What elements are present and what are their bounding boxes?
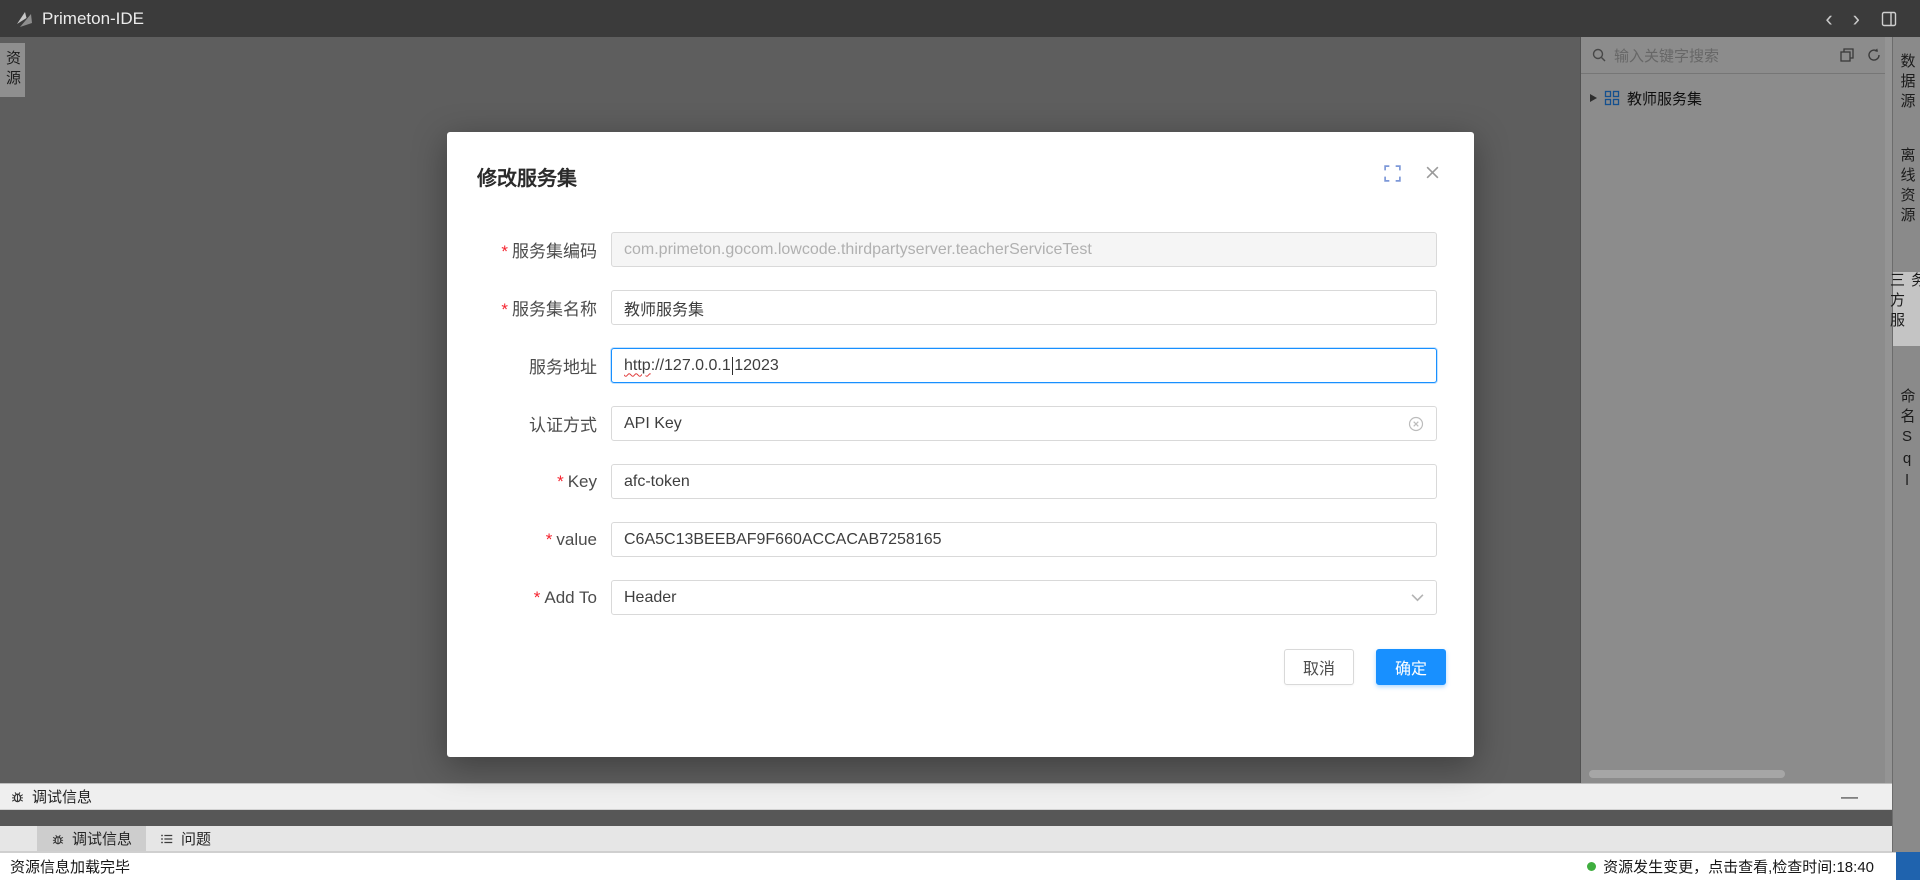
tree-item-teacher-service-set[interactable]: 教师服务集 bbox=[1581, 83, 1892, 113]
text-caret bbox=[732, 357, 734, 375]
toggle-panel-icon[interactable] bbox=[1880, 10, 1898, 28]
corner-notification-square[interactable] bbox=[1896, 852, 1920, 880]
refresh-icon[interactable] bbox=[1866, 47, 1882, 63]
cancel-button[interactable]: 取消 bbox=[1284, 649, 1354, 685]
tab-third-party-services[interactable]: 三方服务 bbox=[1893, 272, 1920, 346]
collapsed-panel-area bbox=[0, 810, 1892, 826]
field-label: Key bbox=[568, 472, 597, 491]
required-mark: * bbox=[534, 588, 541, 607]
required-mark: * bbox=[501, 300, 508, 319]
search-bar[interactable]: 输入关键字搜索 bbox=[1581, 37, 1892, 74]
status-message-right: 资源发生变更，点击查看,检查时间:18:40 bbox=[1603, 856, 1874, 877]
fullscreen-icon[interactable] bbox=[1383, 164, 1402, 183]
required-mark: * bbox=[546, 530, 553, 549]
field-label: Add To bbox=[544, 588, 597, 607]
dialog-title: 修改服务集 bbox=[477, 162, 577, 191]
field-label: 服务集编码 bbox=[512, 242, 597, 261]
service-group-icon bbox=[1604, 90, 1620, 106]
field-row-value: *value C6A5C13BEEBAF9F660ACCACAB7258165 bbox=[447, 522, 1474, 557]
debug-panel-header: 调试信息 — bbox=[0, 783, 1892, 810]
edit-service-set-dialog: 修改服务集 *服务集编码 com.primeton.gocom.lowcode.… bbox=[447, 132, 1474, 757]
tab-data-source[interactable]: 数据源 bbox=[1893, 45, 1920, 121]
app-title: Primeton-IDE bbox=[42, 9, 144, 29]
bottom-tab-bar: 调试信息 问题 bbox=[0, 826, 1892, 852]
vertical-scrollbar[interactable] bbox=[1885, 37, 1892, 783]
tab-offline-resources[interactable]: 离线资源 bbox=[1893, 144, 1920, 230]
clear-circle-icon[interactable] bbox=[1408, 416, 1424, 432]
auth-type-select[interactable]: API Key bbox=[611, 406, 1437, 441]
key-input[interactable]: afc-token bbox=[611, 464, 1437, 499]
service-address-input[interactable]: http://127.0.0.112023 bbox=[611, 348, 1437, 383]
ok-button[interactable]: 确定 bbox=[1376, 649, 1446, 685]
left-tab-strip: 资源 bbox=[0, 37, 25, 783]
tab-problems[interactable]: 问题 bbox=[146, 826, 225, 851]
required-mark: * bbox=[557, 472, 564, 491]
service-set-code-input[interactable]: com.primeton.gocom.lowcode.thirdpartyser… bbox=[611, 232, 1437, 267]
chevron-down-icon bbox=[1411, 593, 1424, 602]
minimize-panel-button[interactable]: — bbox=[1841, 792, 1858, 802]
field-row-service-set-code: *服务集编码 com.primeton.gocom.lowcode.thirdp… bbox=[447, 232, 1474, 267]
bug-icon bbox=[10, 789, 25, 804]
tab-named-sql[interactable]: 命名Sql bbox=[1893, 386, 1920, 496]
close-icon[interactable] bbox=[1425, 165, 1440, 180]
tree-expand-caret-icon[interactable] bbox=[1590, 94, 1597, 102]
app-logo-icon bbox=[14, 9, 34, 29]
add-to-select[interactable]: Header bbox=[611, 580, 1437, 615]
resource-tree-panel: 输入关键字搜索 bbox=[1580, 37, 1892, 783]
dialog-footer: 取消 确定 bbox=[447, 649, 1474, 685]
field-row-add-to: *Add To Header bbox=[447, 580, 1474, 615]
list-icon bbox=[160, 832, 174, 846]
resource-change-notice[interactable]: 资源发生变更，点击查看,检查时间:18:40 bbox=[1587, 856, 1874, 877]
nav-back-button[interactable]: ‹ bbox=[1825, 9, 1832, 29]
sidebar-tab-resources[interactable]: 资源 bbox=[0, 43, 25, 97]
value-input[interactable]: C6A5C13BEEBAF9F660ACCACAB7258165 bbox=[611, 522, 1437, 557]
field-label: value bbox=[556, 530, 597, 549]
titlebar: Primeton-IDE ‹ › bbox=[0, 0, 1920, 37]
field-row-service-address: 服务地址 http://127.0.0.112023 bbox=[447, 348, 1474, 383]
layers-icon[interactable] bbox=[1839, 47, 1855, 63]
bug-icon bbox=[51, 832, 65, 846]
field-label: 认证方式 bbox=[529, 416, 597, 435]
required-mark: * bbox=[501, 242, 508, 261]
nav-forward-button[interactable]: › bbox=[1853, 9, 1860, 29]
field-row-auth-type: 认证方式 API Key bbox=[447, 406, 1474, 441]
debug-panel-title: 调试信息 bbox=[32, 786, 92, 807]
field-row-key: *Key afc-token bbox=[447, 464, 1474, 499]
statusbar: 资源信息加载完毕 资源发生变更，点击查看,检查时间:18:40 bbox=[0, 852, 1920, 880]
resources-tab-label: 资源 bbox=[2, 50, 23, 90]
tab-debug-info[interactable]: 调试信息 bbox=[37, 826, 146, 851]
status-message-left: 资源信息加载完毕 bbox=[10, 856, 130, 877]
status-green-dot-icon bbox=[1587, 862, 1596, 871]
app-window: Primeton-IDE ‹ › 资源 输入关 bbox=[0, 0, 1920, 880]
right-tab-strip: 数据源 离线资源 三方服务 命名Sql bbox=[1892, 37, 1920, 852]
search-input[interactable]: 输入关键字搜索 bbox=[1614, 45, 1719, 66]
horizontal-scrollbar[interactable] bbox=[1589, 770, 1785, 778]
field-label: 服务集名称 bbox=[512, 300, 597, 319]
field-row-service-set-name: *服务集名称 教师服务集 bbox=[447, 290, 1474, 325]
dialog-form: *服务集编码 com.primeton.gocom.lowcode.thirdp… bbox=[447, 232, 1474, 685]
service-set-name-input[interactable]: 教师服务集 bbox=[611, 290, 1437, 325]
field-label: 服务地址 bbox=[529, 358, 597, 377]
search-icon bbox=[1591, 47, 1607, 63]
tree-item-label: 教师服务集 bbox=[1627, 88, 1702, 109]
